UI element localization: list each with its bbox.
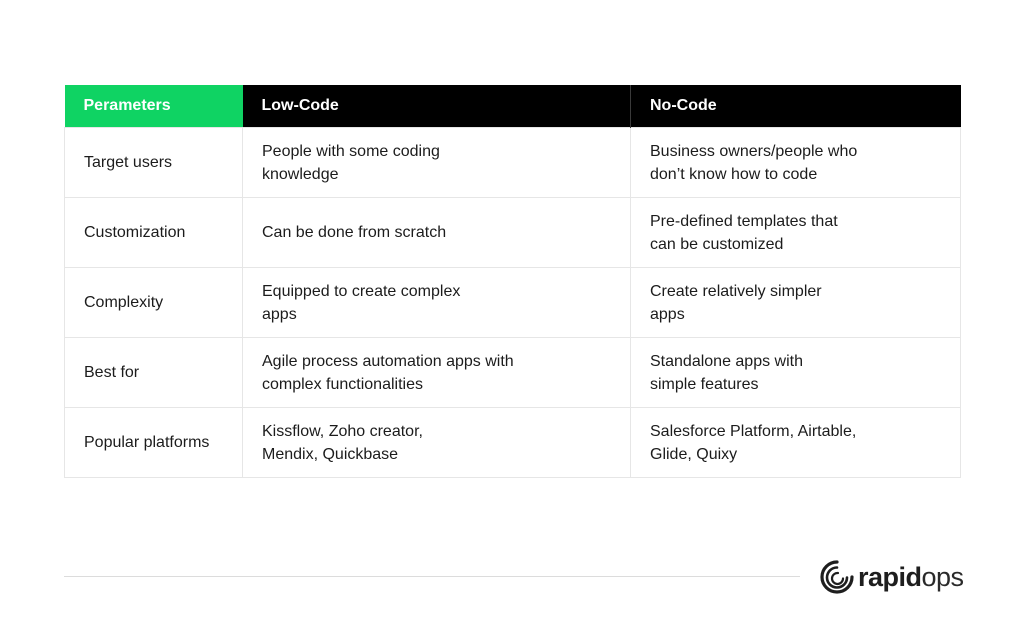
low-code-text: Can be done from scratch xyxy=(262,224,447,241)
parameter-text: Customization xyxy=(84,224,186,241)
brand-name-bold: rapid xyxy=(858,561,922,592)
footer-divider xyxy=(64,576,800,577)
cell-no-code: Business owners/people who don’t know ho… xyxy=(630,127,961,198)
table-row: Customization Can be done from scratch P… xyxy=(64,197,961,268)
brand-name: rapidops xyxy=(858,561,965,592)
cell-parameter: Popular platforms xyxy=(64,407,243,478)
no-code-text: Create relatively simpler apps xyxy=(650,282,822,323)
cell-parameter: Customization xyxy=(64,197,243,268)
header-row: Perameters Low-Code No-Code xyxy=(64,85,961,128)
no-code-text: Standalone apps with simple features xyxy=(650,352,803,393)
cell-no-code: Pre-defined templates that can be custom… xyxy=(630,197,961,268)
cell-no-code: Salesforce Platform, Airtable, Glide, Qu… xyxy=(630,407,961,478)
low-code-text: Equipped to create complex apps xyxy=(262,282,461,323)
parameter-text: Complexity xyxy=(84,294,164,311)
low-code-text: Agile process automation apps with compl… xyxy=(262,352,514,393)
cell-no-code: Standalone apps with simple features xyxy=(630,337,961,408)
header-parameters: Perameters xyxy=(64,85,243,128)
no-code-text: Business owners/people who don’t know ho… xyxy=(650,142,858,183)
table-row: Popular platforms Kissflow, Zoho creator… xyxy=(64,407,961,478)
header-no-code: No-Code xyxy=(630,85,961,128)
cell-low-code: Kissflow, Zoho creator, Mendix, Quickbas… xyxy=(242,407,631,478)
cell-no-code: Create relatively simpler apps xyxy=(630,267,961,338)
cell-parameter: Best for xyxy=(64,337,243,408)
cell-low-code: People with some coding knowledge xyxy=(242,127,631,198)
header-low-code: Low-Code xyxy=(242,85,631,128)
comparison-table: Perameters Low-Code No-Code Target users… xyxy=(64,85,961,478)
cell-parameter: Complexity xyxy=(64,267,243,338)
no-code-text: Pre-defined templates that can be custom… xyxy=(650,212,838,253)
cell-low-code: Agile process automation apps with compl… xyxy=(242,337,631,408)
rapidops-swirl-logo-icon xyxy=(820,560,854,594)
table-row: Complexity Equipped to create complex ap… xyxy=(64,267,961,338)
cell-parameter: Target users xyxy=(64,127,243,198)
parameter-text: Best for xyxy=(84,364,140,381)
cell-low-code: Can be done from scratch xyxy=(242,197,631,268)
brand-name-light: ops xyxy=(921,561,965,592)
table-row: Target users People with some coding kno… xyxy=(64,127,961,198)
parameter-text: Target users xyxy=(84,154,173,171)
brand-logo: rapidops xyxy=(820,558,964,596)
table-header: Perameters Low-Code No-Code xyxy=(64,85,961,128)
table-body: Target users People with some coding kno… xyxy=(64,127,961,478)
table-row: Best for Agile process automation apps w… xyxy=(64,337,961,408)
parameter-text: Popular platforms xyxy=(84,434,210,451)
cell-low-code: Equipped to create complex apps xyxy=(242,267,631,338)
low-code-text: Kissflow, Zoho creator, Mendix, Quickbas… xyxy=(262,422,423,463)
low-code-text: People with some coding knowledge xyxy=(262,142,440,183)
no-code-text: Salesforce Platform, Airtable, Glide, Qu… xyxy=(650,422,857,463)
